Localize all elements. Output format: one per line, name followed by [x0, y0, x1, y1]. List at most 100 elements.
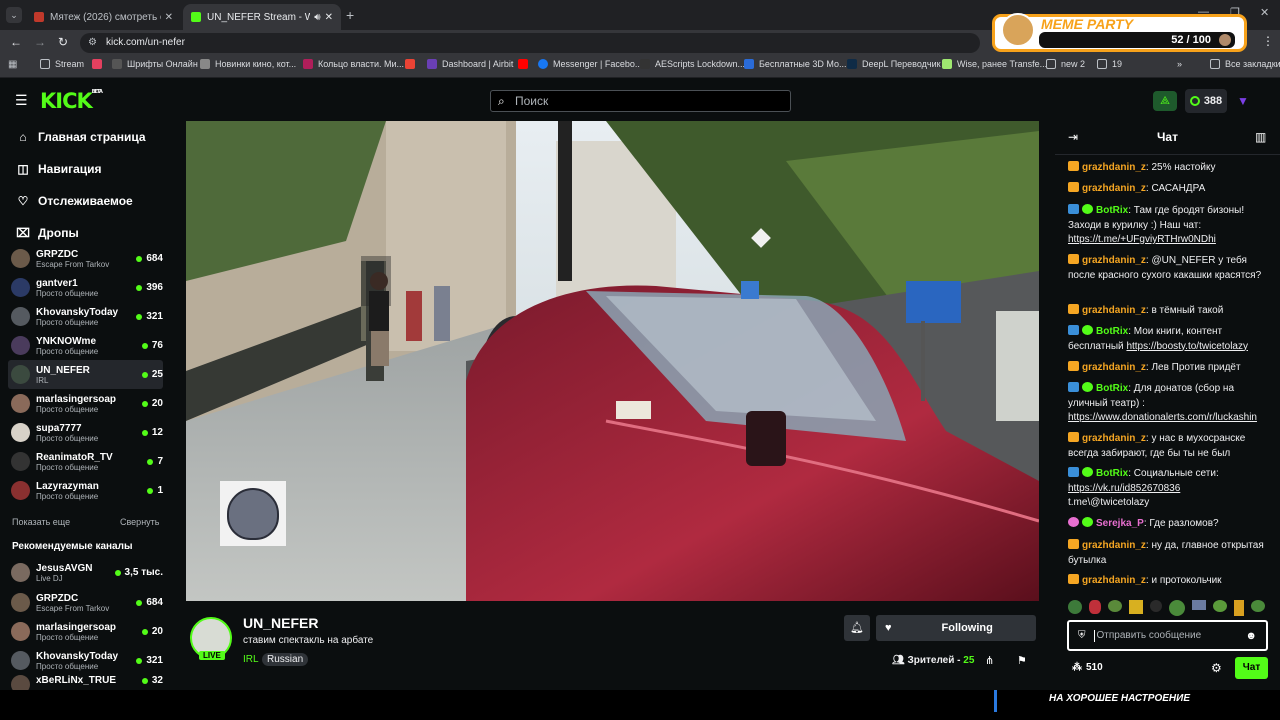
bookmark[interactable]: Dashboard | Airbit [427, 59, 513, 69]
category-link[interactable]: IRL [243, 654, 259, 665]
new-tab-button[interactable]: + [346, 7, 354, 23]
emote-icon[interactable] [1150, 600, 1162, 612]
bookmark-folder[interactable]: 19 [1097, 59, 1122, 69]
avatar [11, 452, 30, 471]
bookmark[interactable] [518, 59, 533, 69]
close-window-icon[interactable]: ✕ [1260, 6, 1269, 19]
overlay-bar: 52 / 100 [1039, 32, 1235, 48]
menu-toggle-icon[interactable]: ☰ [15, 92, 28, 109]
bookmark[interactable]: Stream [40, 59, 84, 69]
emote-icon[interactable] [1234, 600, 1244, 616]
bookmark[interactable]: Messenger | Facebo... [538, 59, 642, 69]
report-icon[interactable]: ⚑ [1017, 654, 1027, 667]
menu-icon[interactable]: ⋮ [1262, 34, 1274, 48]
collapse-chat-icon[interactable]: ⇥ [1068, 130, 1078, 144]
chat-users-icon[interactable]: ▥ [1255, 130, 1266, 144]
recommended-channel[interactable]: xBeRLiNx_TRUE 32 [8, 675, 163, 690]
sidebar-channel[interactable]: marlasingersoap Просто общение 20 [8, 389, 163, 418]
apps-icon[interactable]: ▦ [8, 59, 17, 70]
browser-tab-active[interactable]: UN_NEFER Stream - Watch 🔊︎ ✕ [183, 4, 341, 30]
meme-party-overlay: MEME PARTY 52 / 100 [992, 13, 1247, 52]
reload-icon[interactable]: ↻ [58, 35, 68, 49]
sidebar: ⌂ Главная страница ◫ Навигация ♡ Отслеживае… [0, 120, 170, 690]
bookmarks-overflow-icon[interactable]: » [1177, 59, 1182, 69]
emote-icon[interactable] [1068, 600, 1082, 614]
emote-icon[interactable] [1192, 600, 1206, 610]
nav-home[interactable]: ⌂ Главная страница [16, 130, 145, 144]
emote-icon[interactable] [1169, 600, 1185, 616]
close-icon[interactable]: ✕ [325, 12, 333, 23]
chat-shield-icon[interactable]: ⛨ [1078, 630, 1086, 641]
share-icon[interactable]: ⋔ [985, 654, 994, 667]
bookmark[interactable] [92, 59, 107, 69]
emoji-icon[interactable]: ☻ [1245, 630, 1257, 642]
back-icon[interactable]: ← [10, 35, 22, 49]
notification-bell-button[interactable]: 🔔︎ [844, 615, 870, 641]
user-avatar[interactable]: ▼ [1237, 94, 1251, 108]
sidebar-channel[interactable]: gantver1 Просто общение 396 [8, 273, 163, 302]
kick-bits-icon[interactable]: ⟁ [1153, 91, 1177, 111]
bookmark[interactable]: Новинки кино, кот... [200, 59, 296, 69]
recommended-channel[interactable]: JesusAVGN Live DJ 3,5 тыс. [8, 558, 163, 587]
chat-link[interactable]: https://vk.ru/id852670836 [1068, 483, 1180, 494]
viewers-icon: 👥︎ [892, 655, 905, 666]
speaker-icon[interactable]: 🔊︎ [314, 12, 320, 23]
nav-browse[interactable]: ◫ Навигация [16, 162, 101, 176]
chat-settings-icon[interactable]: ⚙ [1211, 661, 1222, 675]
tab-list-button[interactable]: ⌄ [6, 7, 22, 23]
url-field[interactable]: ⚙ kick.com/un-nefer [80, 33, 980, 53]
emote-icon[interactable] [1251, 600, 1265, 612]
crown-icon [1068, 361, 1079, 371]
close-icon[interactable]: ✕ [165, 12, 173, 23]
sidebar-channel-active[interactable]: UN_NEFER IRL 25 [8, 360, 163, 389]
emote-icon[interactable] [1108, 600, 1122, 612]
bookmark[interactable]: AEScripts Lockdown... [640, 59, 745, 69]
recommended-channel[interactable]: GRPZDC Escape From Tarkov 684 [8, 588, 163, 617]
forward-icon[interactable]: → [34, 35, 46, 49]
collapse-link[interactable]: Свернуть [120, 517, 159, 527]
site-info-icon[interactable]: ⚙ [88, 33, 97, 53]
bookmark-folder[interactable]: new 2 [1046, 59, 1085, 69]
bookmark[interactable]: Шрифты Онлайн [112, 59, 198, 69]
recommended-channel[interactable]: marlasingersoap Просто общение 20 [8, 617, 163, 646]
channel-name[interactable]: UN_NEFER [243, 615, 318, 631]
emote-icon[interactable] [1213, 600, 1227, 612]
language-tag[interactable]: Russian [262, 653, 309, 666]
overlay-accent [994, 690, 997, 712]
sidebar-channel[interactable]: Lazyrazyman Просто общение 1 [8, 476, 163, 505]
recommended-channel[interactable]: KhovanskyToday Просто общение 321 [8, 646, 163, 675]
sidebar-channel[interactable]: supa7777 Просто общение 12 [8, 418, 163, 447]
emote-icon[interactable] [1129, 600, 1143, 614]
chat-link[interactable]: https://www.donationalerts.com/r/luckash… [1068, 412, 1257, 423]
stream-title: ставим спектакль на арбате [243, 635, 374, 646]
browser-tab[interactable]: Мятеж (2026) смотреть онлайн ✕ [26, 4, 181, 30]
sidebar-channel[interactable]: ReanimatoR_TV Просто общение 7 [8, 447, 163, 476]
video-player[interactable] [186, 121, 1039, 601]
chat-input[interactable]: ⛨ Отправить сообщение ☻ [1067, 620, 1268, 651]
sidebar-channel[interactable]: KhovanskyToday Просто общение 321 [8, 302, 163, 331]
bookmark[interactable]: Бесплатные 3D Мо... [744, 59, 847, 69]
chat-link[interactable]: https://boosty.to/twicetolazy [1126, 341, 1248, 352]
nav-following[interactable]: ♡ Отслеживаемое [16, 194, 133, 208]
show-more-link[interactable]: Показать еще [12, 517, 70, 527]
avatar [11, 423, 30, 442]
bookmark[interactable]: DeepL Переводчик [847, 59, 941, 69]
bookmark[interactable]: Wise, ранее Transfe... [942, 59, 1047, 69]
sidebar-channel[interactable]: GRPZDC Escape From Tarkov 684 [8, 244, 163, 273]
bot-icon [1068, 382, 1079, 392]
chat-send-button[interactable]: Чат [1235, 657, 1268, 679]
follow-button[interactable]: ♥ Following [876, 615, 1036, 641]
kick-logo[interactable]: KICKBETA [40, 89, 103, 113]
points-badge[interactable]: 388 [1185, 89, 1227, 113]
channel-points[interactable]: ⁂ 510 [1072, 662, 1103, 673]
crown-icon [1068, 182, 1079, 192]
chat-link[interactable]: https://t.me/+UFgviyRTHrw0NDhi [1068, 234, 1216, 245]
nav-drops[interactable]: ⌧ Дропы [16, 226, 79, 240]
sidebar-channel[interactable]: YNKNOWme Просто общение 76 [8, 331, 163, 360]
bookmark[interactable] [405, 59, 420, 69]
search-input[interactable]: ⌕ Поиск [490, 90, 791, 112]
all-bookmarks[interactable]: Все закладки [1210, 59, 1280, 69]
bookmark[interactable]: Кольцо власти. Ми... [303, 59, 404, 69]
emote-icon[interactable] [1089, 600, 1101, 614]
bot-icon [1068, 467, 1079, 477]
